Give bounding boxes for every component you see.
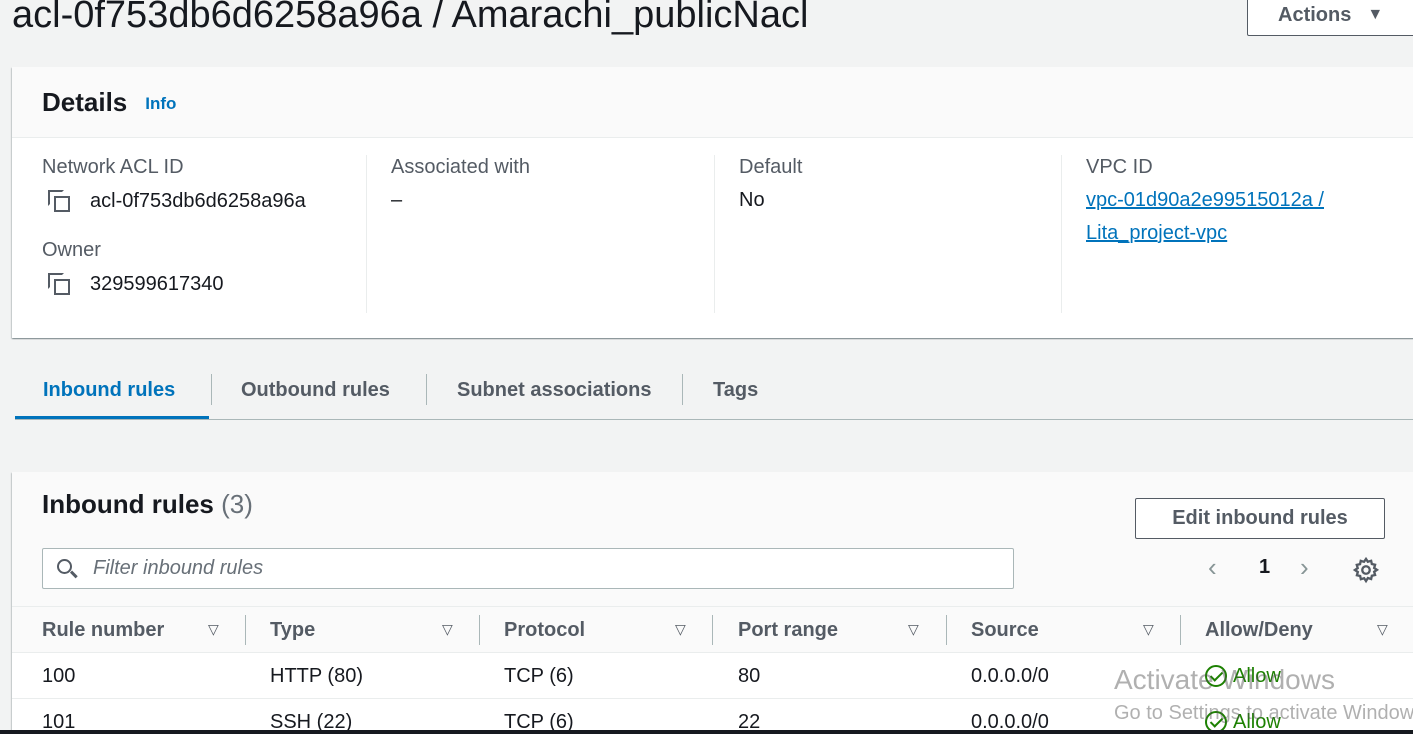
owner-value: 329599617340 (42, 271, 306, 297)
associated-label: Associated with (391, 156, 530, 178)
sort-icon[interactable]: ▽ (208, 621, 219, 638)
column-allow-deny[interactable]: Allow/Deny (1205, 607, 1313, 653)
table-row[interactable]: 100 HTTP (80) TCP (6) 80 0.0.0.0/0 Allow (12, 653, 1413, 699)
owner-label: Owner (42, 239, 101, 261)
vpc-id-link-line1[interactable]: vpc-01d90a2e99515012a / (1086, 184, 1324, 217)
tab-subnet-associations[interactable]: Subnet associations (457, 370, 652, 419)
sort-icon[interactable]: ▽ (908, 621, 919, 638)
sort-icon[interactable]: ▽ (675, 621, 686, 638)
allow-label: Allow (1233, 711, 1281, 733)
divider (1061, 155, 1062, 313)
filter-box[interactable] (42, 548, 1014, 589)
details-panel: Details Info Network ACL ID acl-0f753db6… (12, 67, 1413, 338)
column-divider (479, 615, 480, 645)
column-port-range[interactable]: Port range (738, 607, 838, 653)
network-acl-id: acl-0f753db6d6258a96a (90, 190, 306, 212)
rule-type: SSH (22) (270, 711, 353, 733)
tab-divider (682, 374, 683, 405)
tabs: Inbound rules Outbound rules Subnet asso… (15, 370, 1413, 420)
edit-inbound-rules-button[interactable]: Edit inbound rules (1135, 498, 1385, 539)
vpc-id-label: VPC ID (1086, 156, 1153, 178)
vpc-id-link-line2[interactable]: Lita_project-vpc (1086, 217, 1324, 250)
rule-number: 100 (42, 665, 76, 687)
tab-inbound-rules[interactable]: Inbound rules (15, 370, 209, 419)
tab-tags[interactable]: Tags (713, 370, 758, 419)
caret-down-icon: ▼ (1367, 6, 1384, 23)
column-divider (245, 615, 246, 645)
gear-icon[interactable] (1352, 556, 1380, 584)
previous-page-icon[interactable]: ‹ (1208, 552, 1217, 583)
details-col-vpc: VPC ID vpc-01d90a2e99515012a / Lita_proj… (1086, 155, 1324, 315)
rule-port-range: 22 (738, 711, 761, 733)
table-row[interactable]: 101 SSH (22) TCP (6) 22 0.0.0.0/0 Allow (12, 699, 1413, 734)
inbound-rules-header: Inbound rules (3) Edit inbound rules ‹ 1… (12, 472, 1413, 606)
network-acl-id-value: acl-0f753db6d6258a96a (42, 188, 306, 214)
page-number[interactable]: 1 (1259, 556, 1270, 579)
column-rule-number[interactable]: Rule number (42, 607, 164, 653)
taskbar-edge (0, 730, 1413, 734)
info-link[interactable]: Info (145, 94, 176, 114)
sort-icon[interactable]: ▽ (1377, 621, 1388, 638)
sort-icon[interactable]: ▽ (442, 621, 453, 638)
next-page-icon[interactable]: › (1300, 552, 1309, 583)
inbound-rules-title: Inbound rules (3) (42, 489, 253, 520)
copy-icon[interactable] (46, 271, 72, 297)
table-header: Rule number ▽ Type ▽ Protocol ▽ Port ran… (12, 606, 1413, 653)
rule-port-range: 80 (738, 665, 761, 687)
divider (366, 155, 367, 313)
rule-allow-deny: Allow (1205, 699, 1281, 734)
rule-source: 0.0.0.0/0 (971, 665, 1049, 687)
search-icon (55, 557, 79, 581)
rule-protocol: TCP (6) (504, 711, 574, 733)
rule-source: 0.0.0.0/0 (971, 711, 1049, 733)
inbound-rules-count: (3) (221, 489, 253, 519)
details-col-acl: Network ACL ID acl-0f753db6d6258a96a Own… (42, 155, 306, 315)
tab-divider (426, 374, 427, 405)
tab-outbound-rules[interactable]: Outbound rules (241, 370, 390, 419)
details-title: Details (42, 86, 128, 117)
rule-type: HTTP (80) (270, 665, 363, 687)
default-label: Default (739, 156, 803, 178)
column-divider (712, 615, 713, 645)
rule-protocol: TCP (6) (504, 665, 574, 687)
rule-allow-deny: Allow (1205, 653, 1281, 699)
column-divider (1180, 615, 1181, 645)
associated-value: – (391, 189, 403, 211)
check-circle-icon (1205, 665, 1227, 687)
details-col-associated: Associated with – (391, 155, 530, 315)
rule-number: 101 (42, 711, 76, 733)
details-header: Details Info (12, 67, 1413, 138)
column-divider (946, 615, 947, 645)
details-columns: Network ACL ID acl-0f753db6d6258a96a Own… (12, 155, 1413, 315)
copy-icon[interactable] (46, 188, 72, 214)
owner-id: 329599617340 (90, 273, 224, 295)
column-source[interactable]: Source (971, 607, 1039, 653)
sort-icon[interactable]: ▽ (1143, 621, 1154, 638)
network-acl-id-label: Network ACL ID (42, 156, 184, 178)
column-protocol[interactable]: Protocol (504, 607, 585, 653)
filter-inbound-rules-input[interactable] (93, 557, 973, 580)
actions-button[interactable]: Actions ▼ (1247, 0, 1413, 36)
vpc-id-link[interactable]: vpc-01d90a2e99515012a / Lita_project-vpc (1086, 184, 1324, 250)
inbound-rules-panel: Inbound rules (3) Edit inbound rules ‹ 1… (12, 472, 1413, 734)
default-value: No (739, 189, 765, 211)
actions-label: Actions (1278, 3, 1352, 26)
details-col-default: Default No (739, 155, 802, 315)
allow-label: Allow (1233, 665, 1281, 687)
divider (714, 155, 715, 313)
page-title: acl-0f753db6d6258a96a / Amarachi_publicN… (12, 0, 809, 36)
inbound-rules-title-text: Inbound rules (42, 489, 214, 519)
column-type[interactable]: Type (270, 607, 315, 653)
tab-divider (211, 374, 212, 405)
